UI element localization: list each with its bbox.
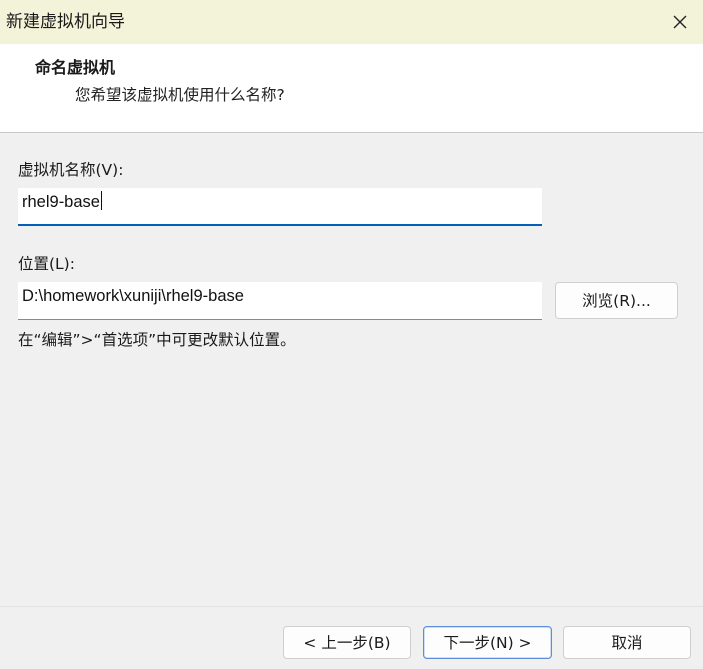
page-subtitle: 您希望该虚拟机使用什么名称?: [75, 86, 285, 104]
close-icon: [673, 15, 687, 29]
text-caret: [100, 191, 102, 210]
window-title: 新建虚拟机向导: [6, 12, 125, 32]
close-button[interactable]: [657, 0, 703, 44]
cancel-button[interactable]: 取消: [563, 626, 691, 659]
footer-divider: [0, 606, 703, 607]
back-button-label: < 上一步(B): [303, 633, 391, 652]
next-button-label: 下一步(N) >: [443, 633, 532, 652]
vm-name-label: 虚拟机名称(V):: [18, 161, 124, 179]
location-hint: 在“编辑”>“首选项”中可更改默认位置。: [18, 331, 296, 349]
cancel-button-label: 取消: [611, 633, 643, 652]
location-label: 位置(L):: [18, 255, 75, 273]
vm-name-input[interactable]: rhel9-base: [18, 188, 542, 226]
location-input[interactable]: D:\homework\xuniji\rhel9-base: [18, 282, 542, 320]
title-bar[interactable]: 新建虚拟机向导: [0, 0, 703, 44]
page-title: 命名虚拟机: [35, 58, 116, 77]
vm-name-value: rhel9-base: [22, 193, 100, 211]
back-button[interactable]: < 上一步(B): [283, 626, 411, 659]
location-value: D:\homework\xuniji\rhel9-base: [22, 287, 244, 305]
browse-button[interactable]: 浏览(R)...: [555, 282, 678, 319]
wizard-header: 命名虚拟机 您希望该虚拟机使用什么名称?: [0, 44, 703, 133]
browse-button-label: 浏览(R)...: [582, 291, 651, 310]
next-button[interactable]: 下一步(N) >: [423, 626, 552, 659]
